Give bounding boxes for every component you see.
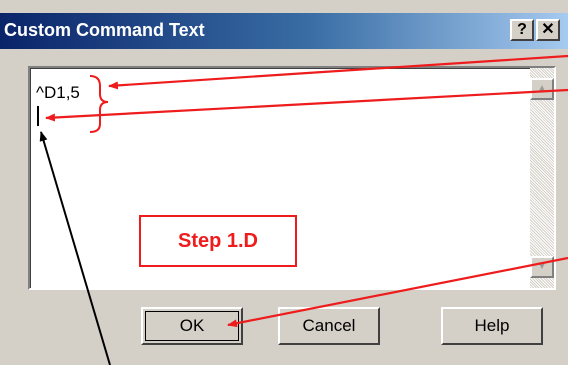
help-question-button[interactable]: ? <box>510 19 534 41</box>
command-line-1: ^D1,5 <box>36 83 80 102</box>
title-bar: Custom Command Text ? ✕ <box>0 13 568 49</box>
step-annotation-box: Step 1.D <box>139 215 297 267</box>
ok-button[interactable]: OK <box>141 307 243 345</box>
vertical-scrollbar[interactable]: ▲ ▼ <box>530 68 554 288</box>
help-button[interactable]: Help <box>441 307 543 345</box>
scroll-down-arrow-icon[interactable]: ▼ <box>530 256 554 278</box>
scroll-up-arrow-icon[interactable]: ▲ <box>530 78 554 100</box>
custom-command-dialog: Custom Command Text ? ✕ ^D1,5 ▲ ▼ Step 1… <box>0 0 568 365</box>
close-button[interactable]: ✕ <box>536 19 560 41</box>
text-caret <box>37 106 39 126</box>
cancel-button[interactable]: Cancel <box>278 307 380 345</box>
window-title: Custom Command Text <box>4 20 205 40</box>
